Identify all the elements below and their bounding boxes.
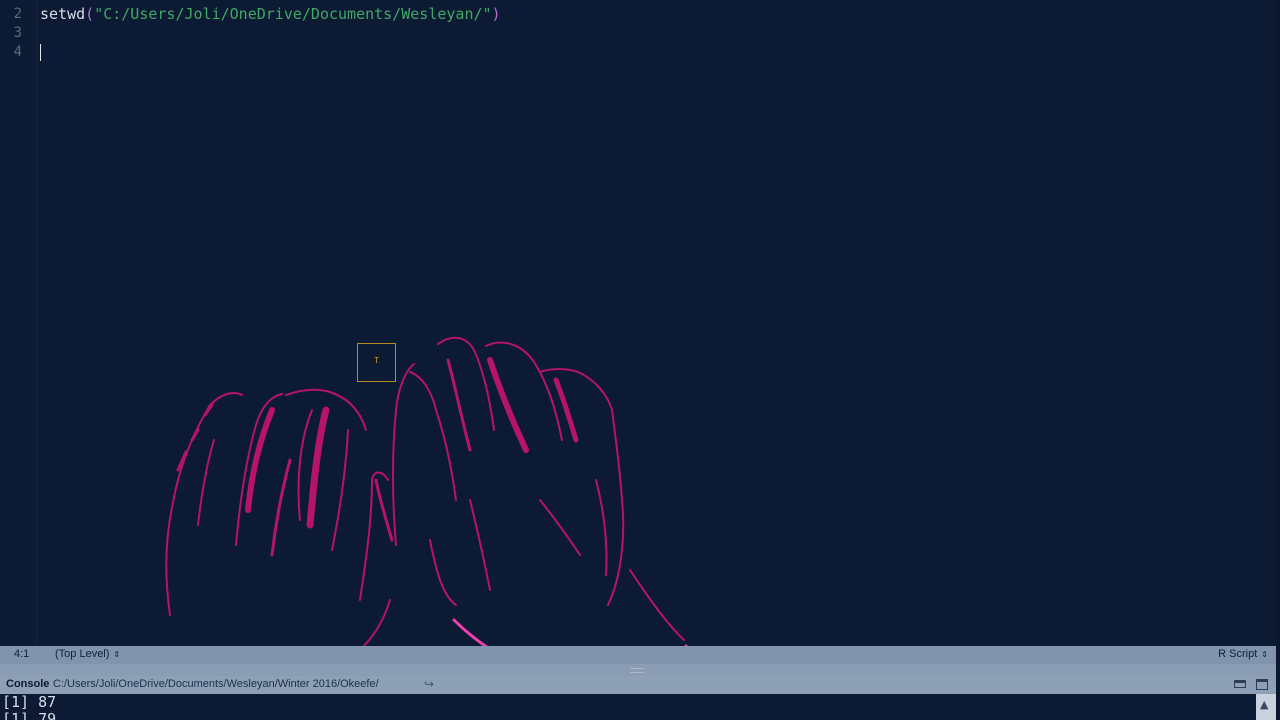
- editor-status-bar: 4:1 (Top Level) ⇕ R Script ⇕: [0, 646, 1276, 664]
- line-number: 3: [13, 25, 22, 41]
- console-scrollbar[interactable]: ▲: [1256, 694, 1276, 720]
- path-string: "C:/Users/Joli/OneDrive/Documents/Wesley…: [94, 5, 492, 23]
- open-paren: (: [85, 5, 95, 23]
- source-editor[interactable]: 2 3 4 ·· · ··· ··· ·· setwd("C:/Users/Jo…: [0, 0, 1276, 646]
- console-tab[interactable]: Console: [6, 678, 49, 690]
- console-output[interactable]: [1] 87 [1] 79: [0, 694, 1256, 720]
- file-type-caret-icon: ⇕: [1261, 650, 1268, 659]
- scope-label: (Top Level): [55, 648, 110, 660]
- function-name: setwd: [40, 5, 86, 23]
- console-working-directory: C:/Users/Joli/OneDrive/Documents/Wesleya…: [53, 678, 379, 690]
- pane-splitter[interactable]: [0, 664, 1276, 676]
- editor-scrollbar[interactable]: [1276, 0, 1280, 720]
- maximize-pane-button[interactable]: [1256, 679, 1268, 690]
- scope-caret-icon: ⇕: [113, 650, 121, 659]
- close-paren: ): [491, 5, 501, 23]
- line-number: 2: [13, 6, 22, 22]
- console-output-line: [1] 87: [2, 694, 57, 711]
- code-line-setwd[interactable]: setwd("C:/Users/Joli/OneDrive/Documents/…: [40, 5, 501, 24]
- line-number-gutter: 2 3 4: [0, 0, 37, 646]
- console-output-line: [1] 79: [2, 710, 57, 720]
- scroll-up-icon[interactable]: ▲: [1260, 698, 1268, 711]
- cursor-position: 4:1: [14, 648, 30, 660]
- console-header: Console C:/Users/Joli/OneDrive/Documents…: [0, 676, 1276, 694]
- sketch-selection-box: T: [357, 343, 396, 382]
- text-cursor: [40, 44, 41, 61]
- minimize-pane-button[interactable]: [1234, 680, 1246, 688]
- file-type-selector[interactable]: R Script ⇕: [1218, 648, 1268, 660]
- splitter-grip-icon: [630, 668, 644, 673]
- goto-directory-icon[interactable]: ↪: [424, 677, 434, 691]
- scope-selector[interactable]: (Top Level) ⇕: [55, 648, 120, 660]
- file-type-label: R Script: [1218, 648, 1258, 660]
- line-number: 4: [13, 44, 22, 60]
- sketch-box-label: T: [374, 356, 379, 365]
